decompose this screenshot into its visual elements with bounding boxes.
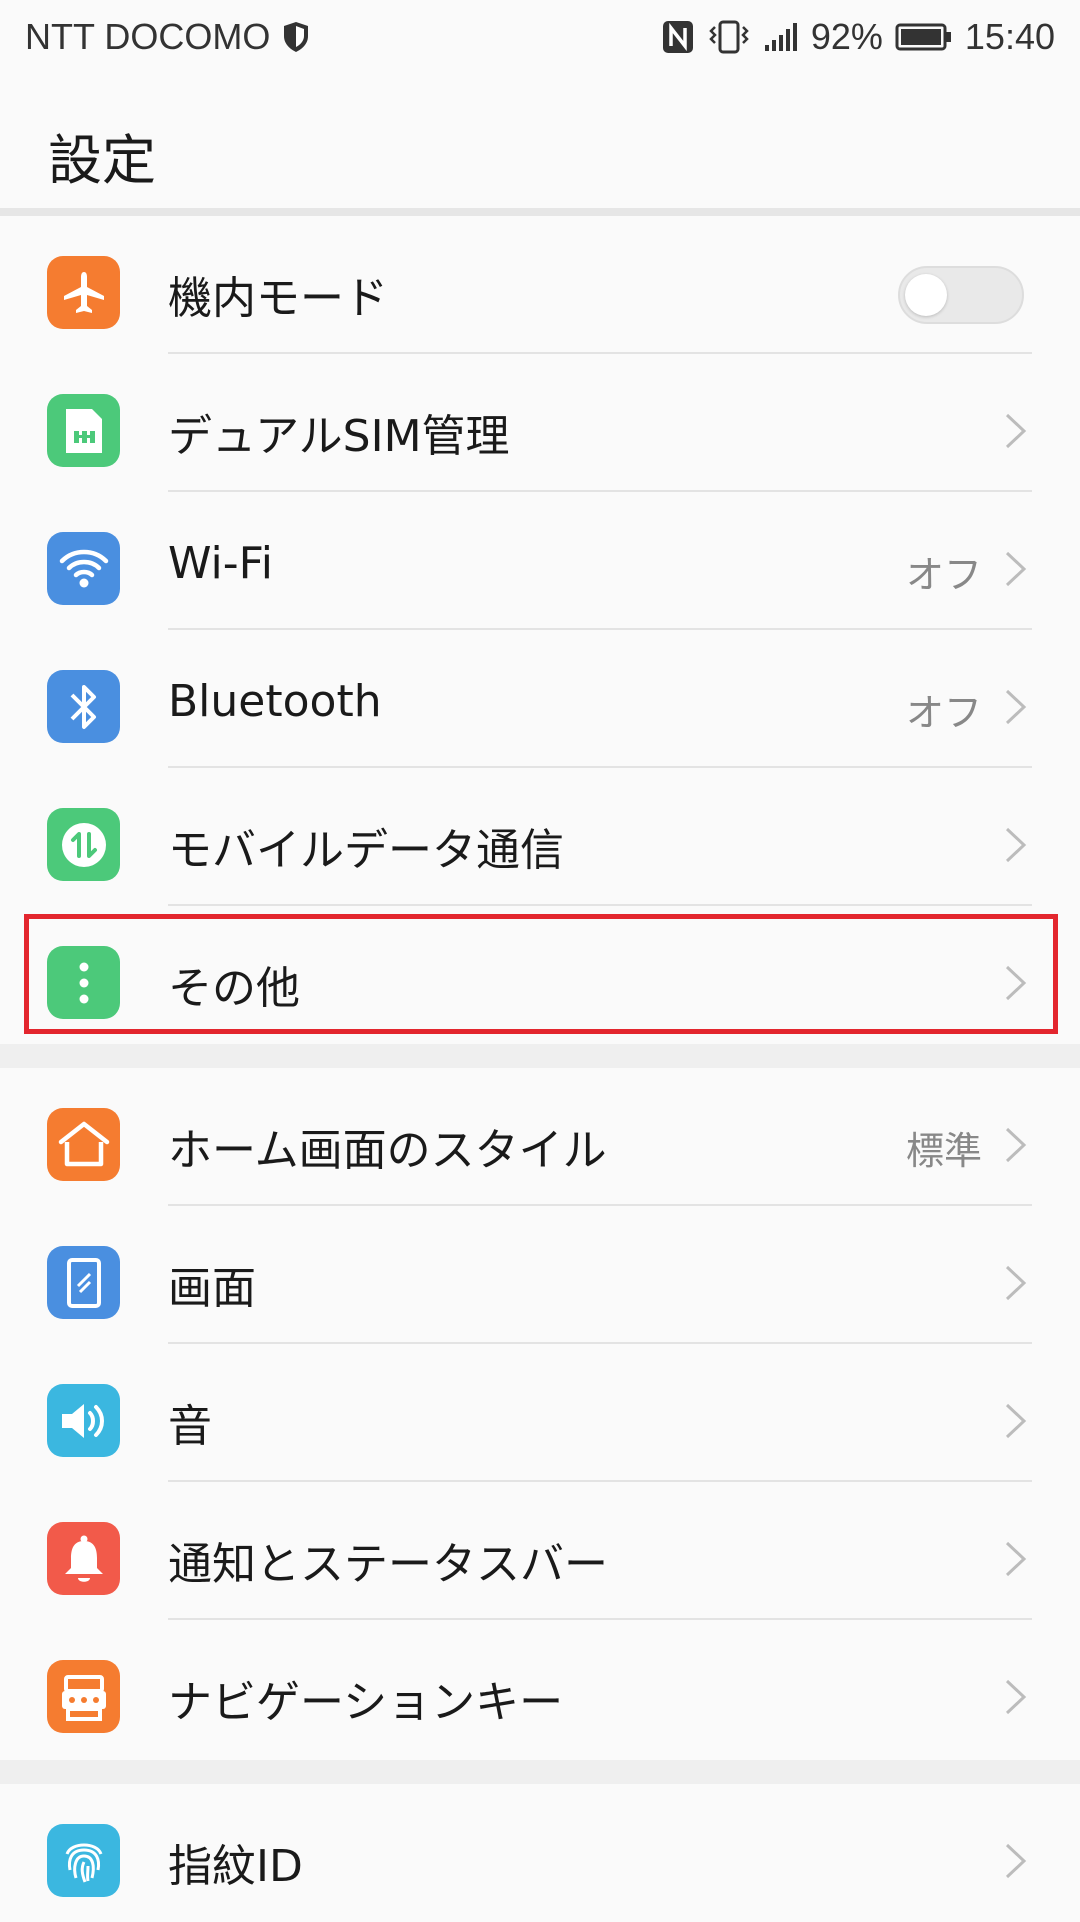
status-bar: NTT DOCOMO 92% 15:40: [0, 0, 1080, 74]
nfc-icon: [661, 19, 695, 55]
toggle-knob: [905, 274, 947, 316]
chevron-right-icon: [1005, 1265, 1027, 1301]
chevron-right-icon: [1005, 827, 1027, 863]
group-separator: [0, 1044, 1080, 1068]
bell-icon: [47, 1522, 120, 1595]
settings-row-navigation-keys[interactable]: ナビゲーションキー: [0, 1620, 1080, 1758]
status-right: 92% 15:40: [661, 16, 1055, 58]
signal-icon: [763, 21, 799, 53]
settings-row-bluetooth[interactable]: Bluetooth オフ: [0, 630, 1080, 768]
wifi-status: オフ: [905, 553, 982, 597]
chevron-right-icon: [1005, 413, 1027, 449]
page-title: 設定: [48, 129, 156, 192]
chevron-right-icon: [1005, 689, 1027, 725]
battery-icon: [895, 22, 953, 52]
airplane-icon: [47, 256, 120, 329]
mobile-data-icon: [47, 808, 120, 881]
battery-percent: 92%: [810, 16, 883, 57]
settings-group-display: ホーム画面のスタイル 標準 画面 音 通知とステータスバー ナビゲーションキー: [0, 1068, 1080, 1760]
highlight-frame: [24, 914, 1058, 1034]
chevron-right-icon: [1005, 1679, 1027, 1715]
settings-row-wifi[interactable]: Wi-Fi オフ: [0, 492, 1080, 630]
clock-time: 15:40: [964, 16, 1055, 57]
chevron-right-icon: [1005, 1127, 1027, 1163]
bluetooth-status: オフ: [905, 691, 982, 735]
settings-row-airplane-mode[interactable]: 機内モード: [0, 216, 1080, 354]
airplane-mode-toggle[interactable]: [898, 266, 1024, 324]
home-style-value: 標準: [905, 1129, 982, 1173]
nav-key-icon: [47, 1660, 120, 1733]
settings-row-mobile-data[interactable]: モバイルデータ通信: [0, 768, 1080, 906]
shield-icon: [282, 21, 310, 53]
settings-row-fingerprint[interactable]: 指紋ID: [0, 1784, 1080, 1922]
mobile-data-label: モバイルデータ通信: [168, 825, 564, 876]
page-header: 設定: [0, 74, 1080, 208]
settings-row-notifications[interactable]: 通知とステータスバー: [0, 1482, 1080, 1620]
sim-card-icon: [47, 394, 120, 467]
home-style-label: ホーム画面のスタイル: [168, 1125, 607, 1176]
settings-row-display[interactable]: 画面: [0, 1206, 1080, 1344]
settings-row-home-style[interactable]: ホーム画面のスタイル 標準: [0, 1068, 1080, 1206]
settings-group-security: 指紋ID: [0, 1784, 1080, 1920]
chevron-right-icon: [1005, 1403, 1027, 1439]
fingerprint-label: 指紋ID: [168, 1841, 303, 1892]
dual-sim-label: デュアルSIM管理: [168, 411, 510, 462]
vibrate-icon: [707, 19, 751, 55]
carrier-name: NTT DOCOMO: [25, 16, 271, 57]
home-icon: [47, 1108, 120, 1181]
status-left: NTT DOCOMO: [25, 16, 310, 58]
sound-label: 音: [168, 1401, 212, 1452]
wifi-label: Wi-Fi: [168, 538, 273, 589]
wifi-icon: [47, 532, 120, 605]
display-label: 画面: [168, 1263, 256, 1314]
chevron-right-icon: [1005, 551, 1027, 587]
navigation-keys-label: ナビゲーションキー: [168, 1677, 564, 1728]
airplane-mode-label: 機内モード: [168, 273, 388, 324]
chevron-right-icon: [1005, 1541, 1027, 1577]
chevron-right-icon: [1005, 1843, 1027, 1879]
settings-row-dual-sim[interactable]: デュアルSIM管理: [0, 354, 1080, 492]
settings-row-sound[interactable]: 音: [0, 1344, 1080, 1482]
sound-icon: [47, 1384, 120, 1457]
bluetooth-icon: [47, 670, 120, 743]
header-divider: [0, 208, 1080, 216]
bluetooth-label: Bluetooth: [168, 676, 382, 727]
group-separator: [0, 1760, 1080, 1784]
notifications-label: 通知とステータスバー: [168, 1539, 608, 1590]
display-icon: [47, 1246, 120, 1319]
fingerprint-icon: [47, 1824, 120, 1897]
